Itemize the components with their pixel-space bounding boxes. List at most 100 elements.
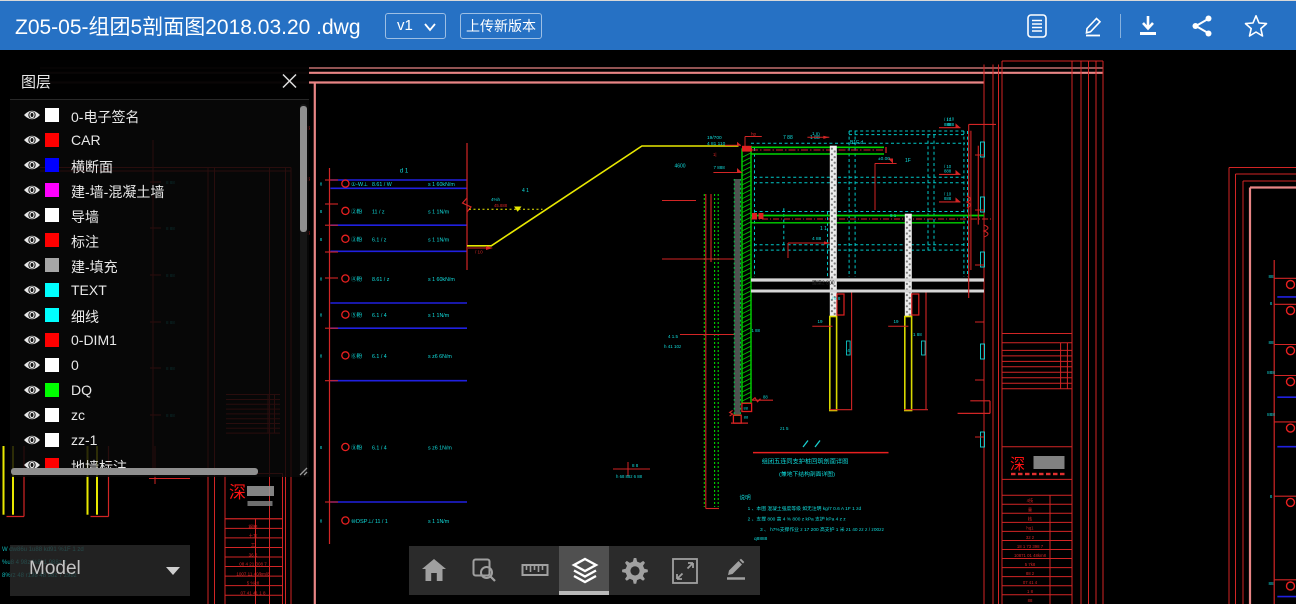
svg-text:重: 重 [1028, 507, 1033, 513]
svg-text:4 1: 4 1 [522, 188, 529, 194]
svg-text:32 2: 32 2 [1026, 535, 1035, 540]
svg-text:1|: 1| [713, 152, 717, 157]
svg-text:1007 11 40/km/8: 1007 11 40/km/8 [236, 572, 270, 577]
svg-text:5 7k8: 5 7k8 [1025, 562, 1036, 567]
svg-text:⑩DSP⊥: ⑩DSP⊥ [351, 518, 373, 525]
svg-text:4 88: 4 88 [812, 236, 822, 242]
svg-text:s 1 60kN/m: s 1 60kN/m [428, 182, 455, 188]
svg-text:(兼地下结构剖面详图): (兼地下结构剖面详图) [779, 470, 835, 478]
svg-text:07 41 41 1 8: 07 41 41 1 8 [240, 591, 266, 596]
svg-text:19: 19 [817, 319, 823, 324]
svg-text:5 %k8: 5 %k8 [247, 581, 260, 586]
svg-text:19/700: 19/700 [707, 135, 722, 141]
svg-text:4%h: 4%h [491, 197, 501, 202]
svg-text:④粉: ④粉 [351, 275, 363, 283]
svg-text:±0.00: ±0.00 [878, 156, 890, 162]
svg-text:888: 888 [1267, 412, 1275, 417]
svg-text:88: 88 [744, 406, 749, 411]
svg-text:11 / z: 11 / z [372, 209, 385, 215]
svg-text:8 1: 8 1 [890, 213, 897, 218]
svg-text:8: 8 [1270, 301, 1273, 306]
svg-text:8: 8 [320, 519, 323, 524]
svg-text:说明: 说明 [740, 494, 752, 502]
svg-text:88: 88 [744, 415, 749, 420]
svg-text:8: 8 [320, 353, 323, 358]
svg-text:8: 8 [320, 445, 323, 450]
svg-text:s 1 1N/m: s 1 1N/m [428, 519, 450, 525]
svg-text:hp: hp [751, 132, 757, 137]
svg-text:19: 19 [893, 319, 899, 324]
svg-text:6.1 / 4: 6.1 / 4 [372, 354, 387, 360]
svg-text:s 1 1N/m: s 1 1N/m [428, 237, 450, 243]
svg-text:888: 888 [947, 122, 955, 127]
svg-text:1 m: 1 m [812, 131, 820, 136]
svg-text:6.1 / 4: 6.1 / 4 [372, 313, 387, 319]
svg-text:钢筋: 钢筋 [249, 524, 258, 531]
svg-text:s 1 1N/m: s 1 1N/m [428, 209, 450, 215]
svg-text:88: 88 [1268, 340, 1274, 345]
svg-text:1 88: 1 88 [913, 332, 922, 337]
svg-text:/ 9 8: / 9 8 [832, 296, 841, 301]
svg-text:8: 8 [320, 209, 323, 214]
svg-text:组团五连同支护桩回筑剖面详图: 组团五连同支护桩回筑剖面详图 [762, 458, 849, 466]
svg-text:08 4 21 308 7: 08 4 21 308 7 [239, 562, 267, 567]
svg-text:888: 888 [944, 169, 952, 174]
svg-text:8: 8 [320, 277, 323, 282]
svg-text:45.888: 45.888 [494, 203, 508, 208]
svg-text:2 、支撑 800 高 4 % 800 z kPa: 2 、支撑 800 高 4 % 800 z kPa 支护 kPa 4 z z [748, 516, 847, 523]
svg-text:h 41 10z: h 41 10z [664, 344, 682, 349]
svg-text:4 81 110: 4 81 110 [707, 141, 726, 147]
svg-text:88: 88 [1268, 581, 1274, 586]
svg-text:工: 工 [251, 543, 256, 548]
svg-text:s 1 60kN/m: s 1 60kN/m [428, 277, 455, 283]
svg-text:s 1 1N/m: s 1 1N/m [428, 313, 450, 319]
svg-text:1 8: 1 8 [1027, 589, 1034, 594]
svg-text:h 68 88z 6 88: h 68 88z 6 88 [616, 474, 643, 479]
svg-text:②粉: ②粉 [351, 207, 363, 215]
svg-text:88: 88 [1028, 598, 1033, 603]
svg-text:7 88: 7 88 [783, 135, 793, 141]
svg-text:8: 8 [320, 182, 323, 187]
svg-text:⑥粉: ⑥粉 [351, 352, 363, 360]
svg-text:8.61 / W: 8.61 / W [372, 182, 392, 188]
svg-text:s z6 6N/m: s z6 6N/m [428, 354, 452, 360]
svg-text:1F: 1F [905, 158, 911, 164]
svg-text:⑨粉: ⑨粉 [351, 444, 363, 452]
svg-text:①-W⊥: ①-W⊥ [351, 181, 368, 188]
svg-text:/ 11 / 1: / 11 / 1 [372, 519, 388, 525]
svg-text:1 1: 1 1 [820, 226, 827, 232]
svg-text:B1F d: B1F d [850, 140, 864, 146]
svg-text:888: 888 [944, 196, 952, 201]
svg-text:核: 核 [1028, 516, 1033, 523]
svg-text:888: 888 [1267, 370, 1275, 375]
svg-text:88 2: 88 2 [1026, 571, 1035, 576]
svg-text:6.1 / z: 6.1 / z [372, 237, 387, 243]
svg-text:s z6 1N/m: s z6 1N/m [428, 446, 452, 452]
svg-text:88: 88 [763, 394, 768, 399]
svg-text:8: 8 [1270, 494, 1273, 499]
svg-text:36 2: 36 2 [249, 553, 258, 558]
svg-text:4 1.5: 4 1.5 [668, 334, 679, 339]
svg-text:d 1: d 1 [400, 169, 409, 175]
svg-text:7 888: 7 888 [714, 165, 726, 170]
svg-text:hq1: hq1 [1026, 526, 1034, 531]
svg-text:4600: 4600 [674, 164, 685, 170]
svg-text:8: 8 [320, 237, 323, 242]
svg-text:6.1 / 4: 6.1 / 4 [372, 446, 387, 452]
svg-text:z1 5: z1 5 [780, 426, 789, 431]
svg-text:8: 8 [320, 313, 323, 318]
svg-text:深: 深 [1010, 456, 1025, 473]
svg-text:07 41 4: 07 41 4 [1023, 580, 1038, 585]
svg-text:18 1 73 398 7: 18 1 73 398 7 [1017, 544, 1044, 549]
svg-text:3 、 h7%支撑作业 z 17 200 高支护 1 米: 3 、 h7%支撑作业 z 17 200 高支护 1 米 z1 40 zz z … [760, 526, 885, 533]
svg-text:4技: 4技 [1027, 497, 1034, 504]
svg-text:深: 深 [229, 483, 246, 502]
svg-text:/ 10: / 10 [947, 117, 955, 122]
svg-text:/ 10: / 10 [475, 250, 483, 255]
svg-text:8 8: 8 8 [632, 463, 639, 468]
svg-text:q8888: q8888 [754, 536, 768, 542]
svg-text:8.61 / z: 8.61 / z [372, 277, 390, 283]
svg-text:88: 88 [1268, 274, 1274, 279]
svg-text:③粉: ③粉 [351, 235, 363, 243]
svg-text:1 、本图 混凝土强度等级 如无注明 kg/7 0.6 A: 1 、本图 混凝土强度等级 如无注明 kg/7 0.6 A 1F 1 zd [748, 505, 862, 512]
